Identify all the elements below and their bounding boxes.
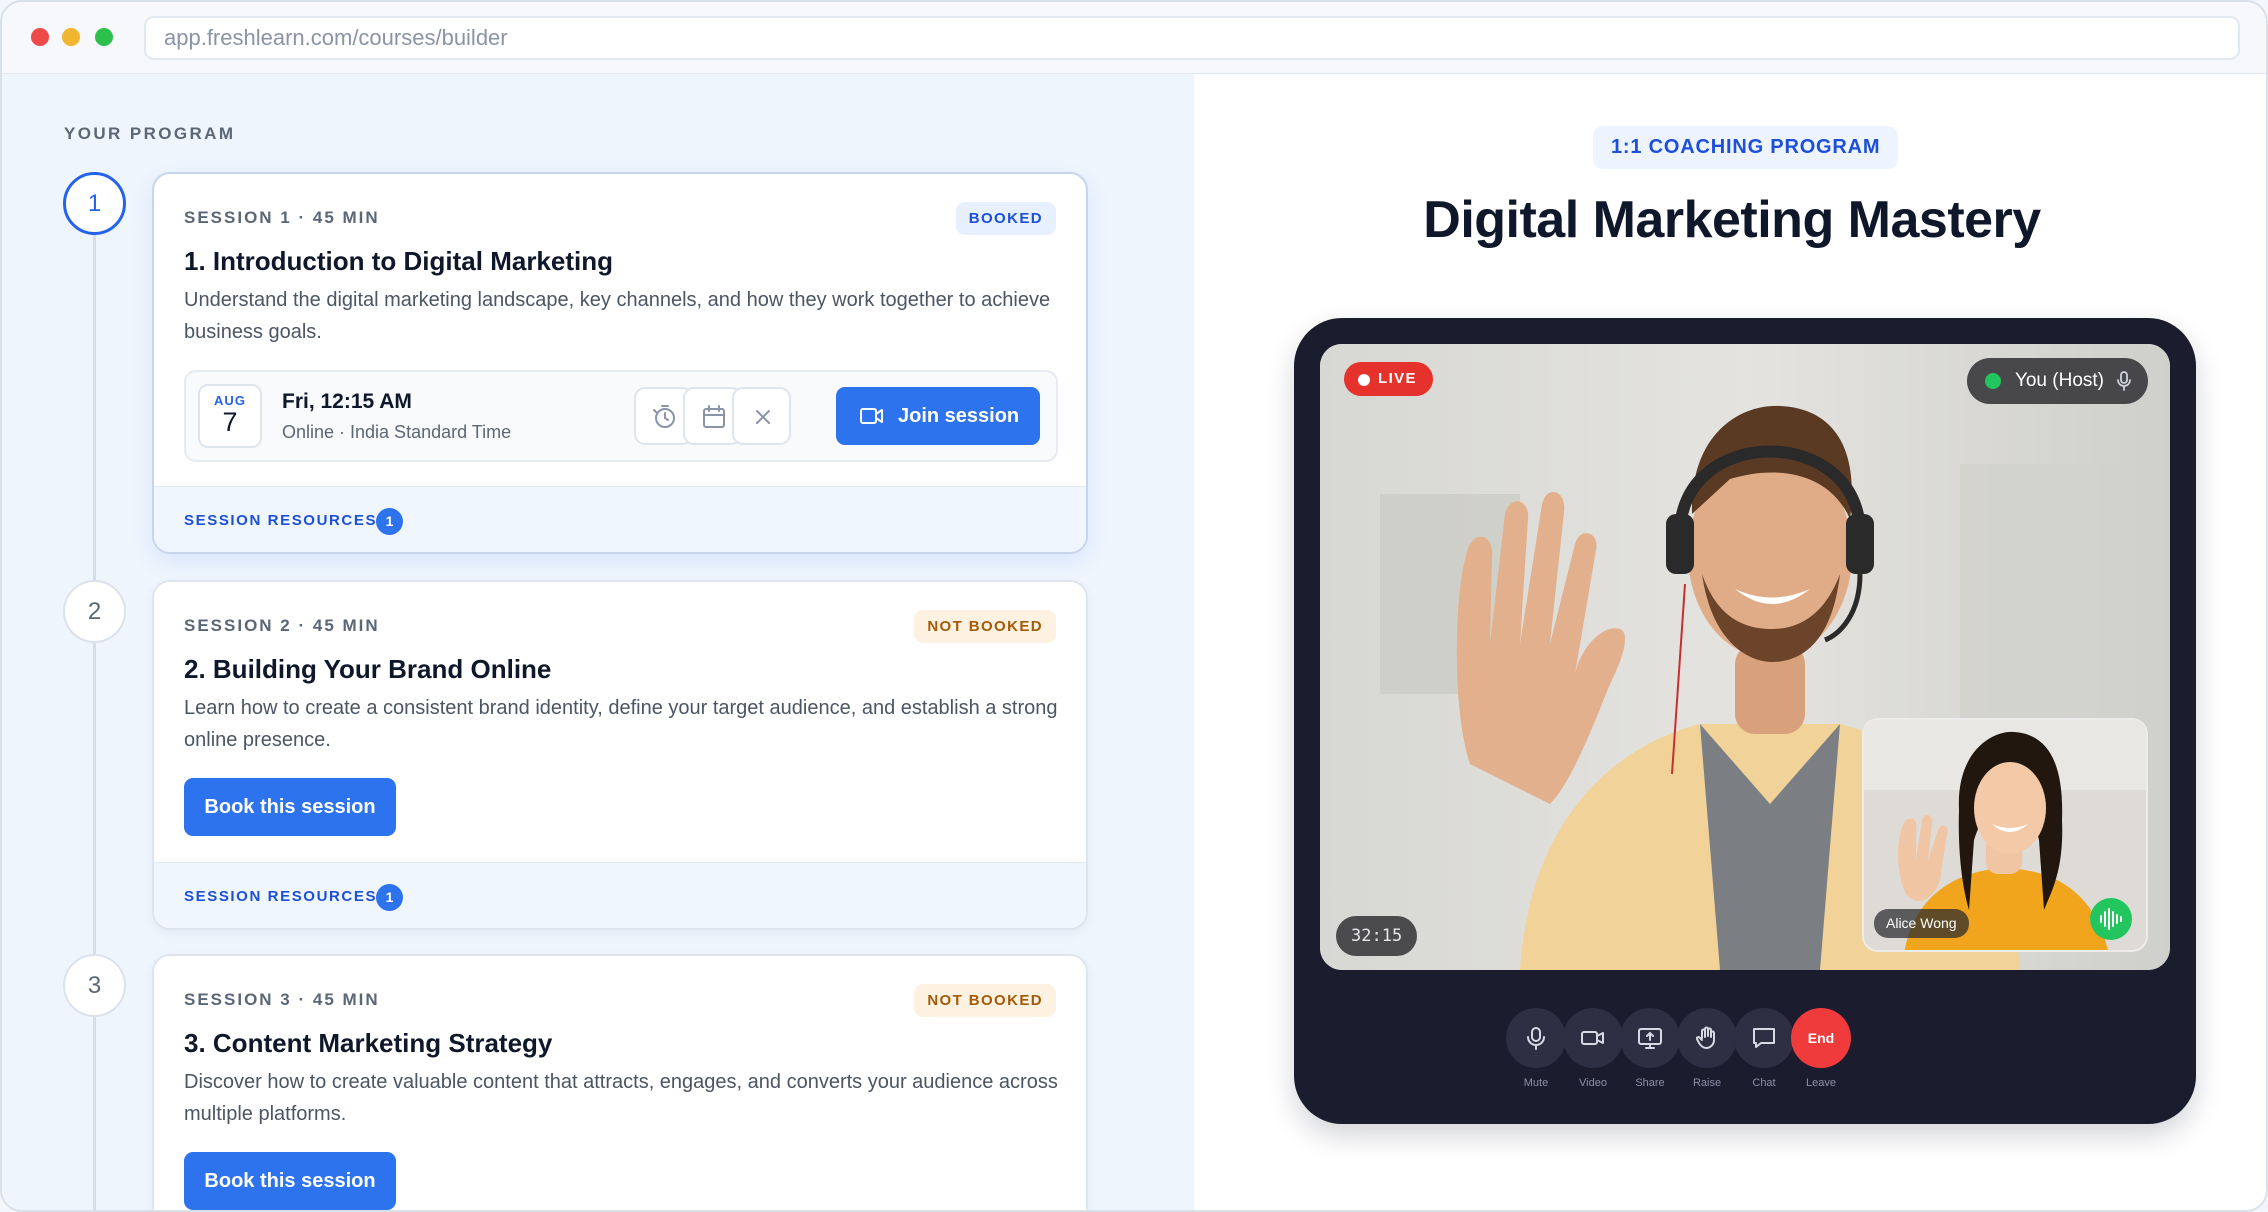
step-marker-2: 2 — [63, 580, 126, 643]
main-video-feed: LIVE You (Host) 32:15 Alice Wong — [1320, 344, 2170, 970]
book-session-button[interactable]: Book this session — [184, 1152, 396, 1210]
mute-button[interactable]: Mute — [1506, 1008, 1566, 1089]
session-card-3: SESSION 3 · 45 MIN NOT BOOKED 3. Content… — [152, 954, 1088, 1210]
booking-time: Fri, 12:15 AM — [282, 390, 412, 413]
online-status-dot-icon — [1984, 373, 2001, 389]
url-bar[interactable]: app.freshlearn.com/courses/builder — [144, 16, 2240, 60]
raise-hand-button[interactable]: Raise — [1677, 1008, 1737, 1089]
program-panel: YOUR PROGRAM 1 2 3 SESSION 1 · 45 MIN BO… — [2, 74, 1194, 1210]
status-badge: NOT BOOKED — [914, 610, 1056, 643]
leave-label: Leave — [1806, 1077, 1836, 1089]
preview-panel: 1:1 COACHING PROGRAM Digital Marketing M… — [1194, 74, 2266, 1210]
session-meta: SESSION 3 · 45 MIN — [184, 990, 380, 1009]
screen-share-icon — [1638, 1028, 1662, 1049]
status-badge: NOT BOOKED — [914, 984, 1056, 1017]
session-title: 2. Building Your Brand Online — [184, 654, 552, 684]
program-type-tag: 1:1 COACHING PROGRAM — [1593, 126, 1899, 169]
video-camera-icon — [860, 408, 883, 424]
resources-label: SESSION RESOURCES — [184, 888, 378, 905]
host-name: You (Host) — [2014, 370, 2104, 391]
chat-label: Chat — [1752, 1077, 1776, 1089]
chat-button[interactable]: Chat — [1734, 1008, 1794, 1089]
session-title: 3. Content Marketing Strategy — [184, 1028, 553, 1058]
hand-icon — [1695, 1026, 1715, 1049]
booking-details: AUG 7 Fri, 12:15 AM Online · India Stand… — [184, 370, 1058, 462]
session-description: Discover how to create valuable content … — [184, 1071, 1058, 1125]
call-controls: Mute Video Share Raise Chat End Leave — [1506, 1008, 1986, 1094]
step-marker-3: 3 — [63, 954, 126, 1017]
session-description: Learn how to create a consistent brand i… — [184, 697, 1058, 751]
date-day: 7 — [222, 407, 238, 437]
session-meta: SESSION 1 · 45 MIN — [184, 208, 380, 227]
session-resources-toggle[interactable]: SESSION RESOURCES 1 — [154, 862, 1086, 928]
end-call-text: End — [1791, 1008, 1851, 1068]
mic-icon — [2117, 371, 2131, 391]
browser-chrome: app.freshlearn.com/courses/builder — [2, 2, 2266, 74]
resources-count-badge: 1 — [376, 884, 403, 911]
join-session-label: Join session — [898, 405, 1020, 427]
cancel-booking-button[interactable] — [732, 387, 791, 445]
call-timer: 32:15 — [1336, 916, 1418, 956]
session-description: Understand the digital marketing landsca… — [184, 289, 1051, 343]
session-card-1: SESSION 1 · 45 MIN BOOKED 1. Introductio… — [152, 172, 1088, 554]
resources-count-badge: 1 — [376, 508, 403, 535]
step-marker-1: 1 — [63, 172, 126, 235]
host-label: You (Host) — [1966, 358, 2148, 404]
share-label: Share — [1635, 1077, 1665, 1089]
close-window-dot[interactable] — [31, 28, 49, 46]
video-label: Video — [1579, 1077, 1607, 1089]
live-label: LIVE — [1378, 370, 1417, 387]
participant-video-tile: Alice Wong — [1862, 718, 2148, 952]
video-button[interactable]: Video — [1563, 1008, 1623, 1089]
book-session-button[interactable]: Book this session — [184, 778, 396, 836]
live-indicator: LIVE — [1344, 362, 1433, 396]
program-section-label: YOUR PROGRAM — [64, 124, 236, 143]
date-month: AUG — [214, 393, 246, 408]
minimize-window-dot[interactable] — [62, 28, 80, 46]
end-call-button[interactable]: End Leave — [1791, 1008, 1851, 1089]
session-meta: SESSION 2 · 45 MIN — [184, 616, 380, 635]
video-icon — [1581, 1031, 1604, 1045]
raise-label: Raise — [1692, 1077, 1722, 1089]
resources-label: SESSION RESOURCES — [184, 512, 378, 529]
video-call-mockup: LIVE You (Host) 32:15 Alice Wong Mute Vi… — [1294, 318, 2196, 1124]
join-session-button[interactable]: Join session — [836, 387, 1040, 445]
participant-name: Alice Wong — [1874, 909, 1969, 938]
booking-location: Online · India Standard Time — [282, 422, 512, 442]
status-badge: BOOKED — [955, 202, 1056, 235]
speaking-indicator — [2090, 898, 2132, 940]
live-dot-icon — [1358, 374, 1370, 386]
audio-wave-icon — [2100, 908, 2122, 930]
session-card-2: SESSION 2 · 45 MIN NOT BOOKED 2. Buildin… — [152, 580, 1088, 930]
session-resources-toggle[interactable]: SESSION RESOURCES 1 — [154, 486, 1086, 552]
timeline-line — [93, 204, 96, 1210]
chat-icon — [1753, 1028, 1775, 1048]
maximize-window-dot[interactable] — [95, 28, 113, 46]
mute-label: Mute — [1523, 1077, 1549, 1089]
page-title: Digital Marketing Mastery — [1423, 191, 2041, 249]
mic-icon — [1527, 1027, 1545, 1050]
date-tile: AUG 7 — [198, 384, 262, 448]
session-title: 1. Introduction to Digital Marketing — [184, 246, 613, 276]
browser-window: app.freshlearn.com/courses/builder YOUR … — [0, 0, 2268, 1212]
share-screen-button[interactable]: Share — [1620, 1008, 1680, 1089]
close-icon — [756, 410, 770, 424]
calendar-icon — [703, 405, 725, 428]
timer-reschedule-icon — [653, 405, 675, 428]
